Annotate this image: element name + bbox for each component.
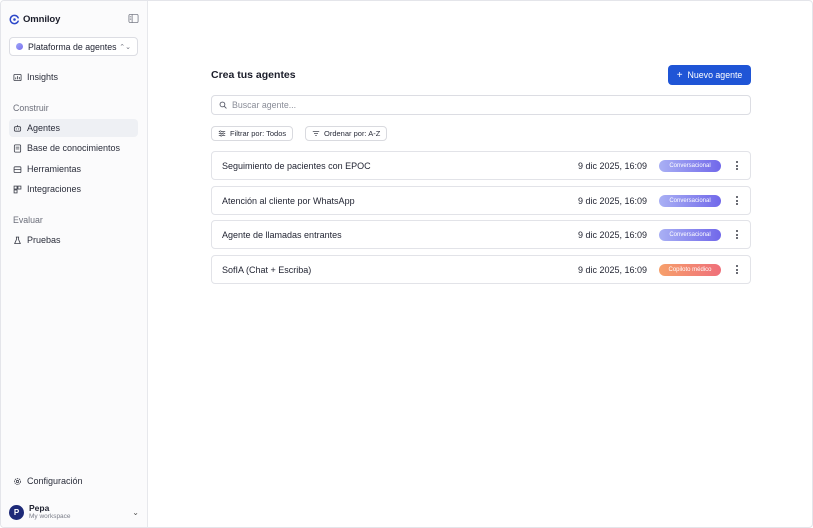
agent-type-badge: Conversacional: [659, 194, 721, 207]
user-name: Pepa: [29, 503, 50, 513]
agent-date: 9 dic 2025, 16:09: [578, 229, 648, 240]
agent-name: Agente de llamadas entrantes: [222, 229, 342, 240]
agent-date: 9 dic 2025, 16:09: [578, 264, 648, 275]
avatar: P: [9, 504, 24, 520]
agent-type-badge: Conversacional: [659, 159, 721, 172]
sidebar-item-label: Insights: [27, 72, 59, 82]
platform-select-value: Plataforma de agentes: [28, 41, 117, 52]
chevron-down-icon: ⌄: [132, 507, 139, 517]
sidebar-item-integraciones[interactable]: Integraciones: [9, 180, 138, 198]
filter-icon: [218, 130, 226, 137]
search-input[interactable]: [232, 100, 743, 110]
sidebar-item-agentes[interactable]: Agentes: [9, 119, 138, 137]
main-content: Crea tus agentes + Nuevo agente Filtrar …: [149, 1, 812, 527]
more-options-icon[interactable]: [732, 264, 742, 276]
user-workspace: My workspace: [29, 513, 71, 520]
sidebar-item-label: Agentes: [27, 123, 61, 133]
sidebar-item-base-de-conocimientos[interactable]: Base de conocimientos: [9, 139, 138, 157]
search-icon: [219, 101, 227, 109]
filter-button[interactable]: Filtrar por: Todos: [211, 126, 294, 141]
agent-row[interactable]: Agente de llamadas entrantes 9 dic 2025,…: [211, 220, 751, 249]
section-label-construir: Construir: [13, 103, 49, 113]
sidebar-item-label: Pruebas: [27, 235, 61, 245]
puzzle-icon: [13, 185, 22, 193]
agent-row[interactable]: Seguimiento de pacientes con EPOC 9 dic …: [211, 151, 751, 180]
user-menu[interactable]: P Pepa My workspace ⌄: [9, 502, 139, 522]
bot-icon: [13, 124, 22, 132]
new-agent-button-label: Nuevo agente: [687, 70, 743, 80]
page-title: Crea tus agentes: [211, 69, 296, 81]
sidebar-item-pruebas[interactable]: Pruebas: [9, 231, 138, 249]
more-options-icon[interactable]: [732, 160, 742, 172]
sidebar: Omniloy Plataforma de agentes ⌃⌄ Insight…: [1, 1, 148, 527]
sidebar-item-label: Herramientas: [27, 164, 82, 174]
agent-type-badge: Copiloto médico: [659, 263, 721, 276]
sidebar-item-insights[interactable]: Insights: [9, 68, 138, 86]
agent-row[interactable]: SofIA (Chat + Escriba) 9 dic 2025, 16:09…: [211, 255, 751, 284]
plus-icon: +: [676, 69, 683, 81]
logo-icon: [9, 14, 19, 24]
toolbox-icon: [13, 165, 22, 173]
sidebar-item-label: Base de conocimientos: [27, 143, 121, 153]
flask-icon: [14, 236, 21, 244]
sidebar-item-label: Configuración: [27, 476, 83, 486]
search-box: [211, 95, 751, 115]
sidebar-item-label: Integraciones: [27, 184, 82, 194]
sidebar-collapse-icon[interactable]: [128, 13, 139, 24]
app-window: Omniloy Plataforma de agentes ⌃⌄ Insight…: [0, 0, 813, 528]
platform-select[interactable]: Plataforma de agentes ⌃⌄: [9, 37, 138, 56]
agent-type-badge: Conversacional: [659, 228, 721, 241]
agent-name: Seguimiento de pacientes con EPOC: [222, 160, 371, 171]
book-icon: [13, 143, 22, 153]
sidebar-item-configuracion[interactable]: Configuración: [9, 472, 138, 490]
agent-name: SofIA (Chat + Escriba): [222, 264, 312, 275]
sort-icon: [312, 131, 320, 136]
platform-dot-icon: [16, 43, 23, 50]
agent-row[interactable]: Atención al cliente por WhatsApp 9 dic 2…: [211, 186, 751, 215]
agent-date: 9 dic 2025, 16:09: [578, 195, 648, 206]
more-options-icon[interactable]: [732, 229, 742, 241]
section-label-evaluar: Evaluar: [13, 215, 43, 225]
logo: Omniloy: [9, 11, 139, 27]
gear-icon: [14, 477, 21, 485]
sort-button[interactable]: Ordenar por: A-Z: [305, 126, 388, 141]
app-name: Omniloy: [23, 13, 61, 25]
sidebar-item-herramientas[interactable]: Herramientas: [9, 160, 138, 178]
agent-date: 9 dic 2025, 16:09: [578, 160, 648, 171]
agent-name: Atención al cliente por WhatsApp: [222, 195, 355, 206]
new-agent-button[interactable]: + Nuevo agente: [668, 65, 751, 85]
more-options-icon[interactable]: [732, 195, 742, 207]
chart-icon: [13, 73, 22, 81]
chevron-updown-icon: ⌃⌄: [119, 43, 131, 51]
user-info: Pepa My workspace: [29, 503, 71, 521]
sort-button-label: Ordenar por: A-Z: [324, 129, 381, 138]
filter-button-label: Filtrar por: Todos: [230, 129, 287, 138]
